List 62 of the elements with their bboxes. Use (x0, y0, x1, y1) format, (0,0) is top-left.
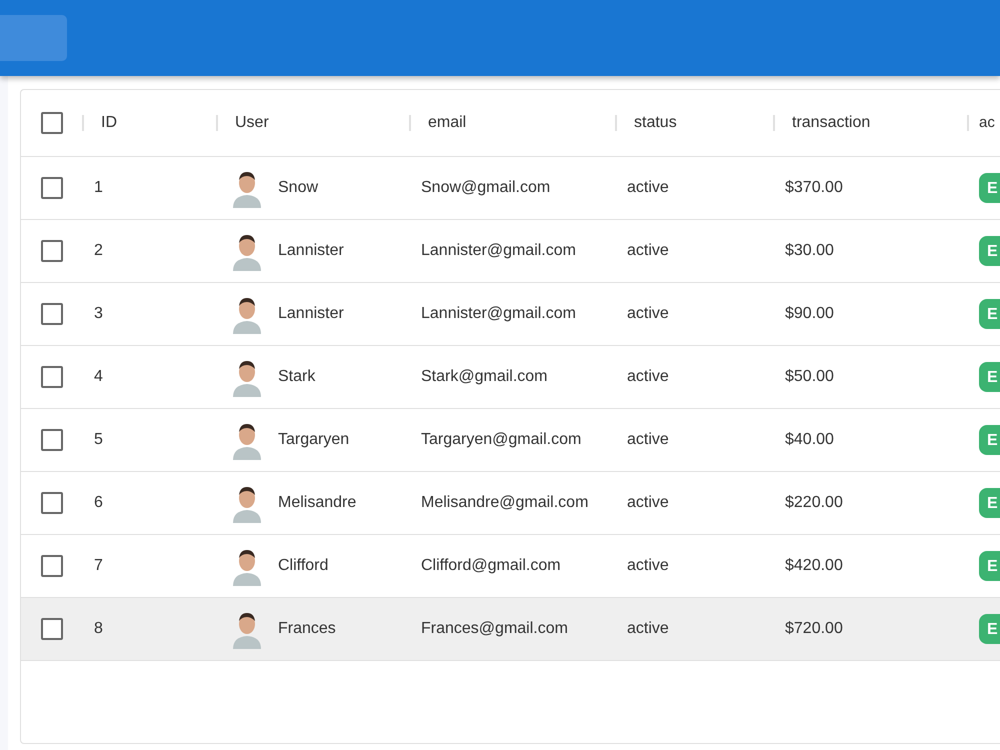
id-cell-text: 3 (94, 304, 103, 324)
transaction-cell-text: $30.00 (785, 241, 834, 261)
checkbox[interactable] (41, 112, 63, 134)
user-name: Stark (278, 367, 316, 387)
status-cell-text: active (627, 619, 669, 639)
user-name: Clifford (278, 556, 328, 576)
column-header[interactable]: ID (101, 111, 117, 135)
table-row[interactable]: 8 Frances Frances@gmail.com active $720.00 E (21, 598, 1000, 661)
column-header[interactable]: email (428, 111, 466, 135)
status-cell-text: active (627, 241, 669, 261)
email-cell-text: Snow@gmail.com (421, 178, 550, 198)
table-row[interactable]: 6 Melisandre Melisandre@gmail.com active $220.00 E (21, 472, 1000, 535)
id-cell-text: 4 (94, 367, 103, 387)
user-name: Lannister (278, 241, 344, 261)
checkbox[interactable] (41, 429, 63, 451)
user-name: Lannister (278, 304, 344, 324)
checkbox[interactable] (41, 303, 63, 325)
transaction-cell-text: $370.00 (785, 178, 843, 198)
id-cell-text: 7 (94, 556, 103, 576)
checkbox[interactable] (41, 366, 63, 388)
column-header[interactable]: ac (979, 112, 995, 134)
id-cell-text: 5 (94, 430, 103, 450)
status-cell-text: active (627, 430, 669, 450)
table-row[interactable]: 5 Targaryen Targaryen@gmail.com active $40.00 E (21, 409, 1000, 472)
checkbox[interactable] (41, 618, 63, 640)
transaction-cell-text: $90.00 (785, 304, 834, 324)
email-cell-text: Stark@gmail.com (421, 367, 548, 387)
email-cell-text: Clifford@gmail.com (421, 556, 561, 576)
user-name: Snow (278, 178, 318, 198)
id-cell-text: 2 (94, 241, 103, 261)
column-header[interactable]: transaction (792, 111, 870, 135)
transaction-cell-text: $220.00 (785, 493, 843, 513)
transaction-cell-text: $50.00 (785, 367, 834, 387)
checkbox[interactable] (41, 492, 63, 514)
status-cell-text: active (627, 304, 669, 324)
email-cell-text: Melisandre@gmail.com (421, 493, 588, 513)
user-name: Targaryen (278, 430, 350, 450)
status-cell-text: active (627, 367, 669, 387)
id-cell-text: 1 (94, 178, 103, 198)
table-row[interactable]: 3 Lannister Lannister@gmail.com active $90.00 E (21, 283, 1000, 346)
status-cell-text: active (627, 493, 669, 513)
table-row[interactable]: 2 Lannister Lannister@gmail.com active $30.00 E (21, 220, 1000, 283)
checkbox[interactable] (41, 555, 63, 577)
transaction-cell-text: $420.00 (785, 556, 843, 576)
email-cell-text: Frances@gmail.com (421, 619, 568, 639)
id-cell-text: 8 (94, 619, 103, 639)
table-row[interactable]: 4 Stark Stark@gmail.com active $50.00 E (21, 346, 1000, 409)
status-cell-text: active (627, 556, 669, 576)
transaction-cell-text: $720.00 (785, 619, 843, 639)
email-cell-text: Targaryen@gmail.com (421, 430, 582, 450)
checkbox[interactable] (41, 240, 63, 262)
table-row[interactable]: 1 Snow Snow@gmail.com active $370.00 E (21, 157, 1000, 220)
column-header[interactable]: status (634, 111, 677, 135)
email-cell-text: Lannister@gmail.com (421, 241, 576, 261)
id-cell-text: 6 (94, 493, 103, 513)
user-name: Melisandre (278, 493, 356, 513)
status-cell-text: active (627, 178, 669, 198)
checkbox[interactable] (41, 177, 63, 199)
column-header[interactable]: User (235, 111, 269, 135)
user-name: Frances (278, 619, 336, 639)
email-cell-text: Lannister@gmail.com (421, 304, 576, 324)
transaction-cell-text: $40.00 (785, 430, 834, 450)
